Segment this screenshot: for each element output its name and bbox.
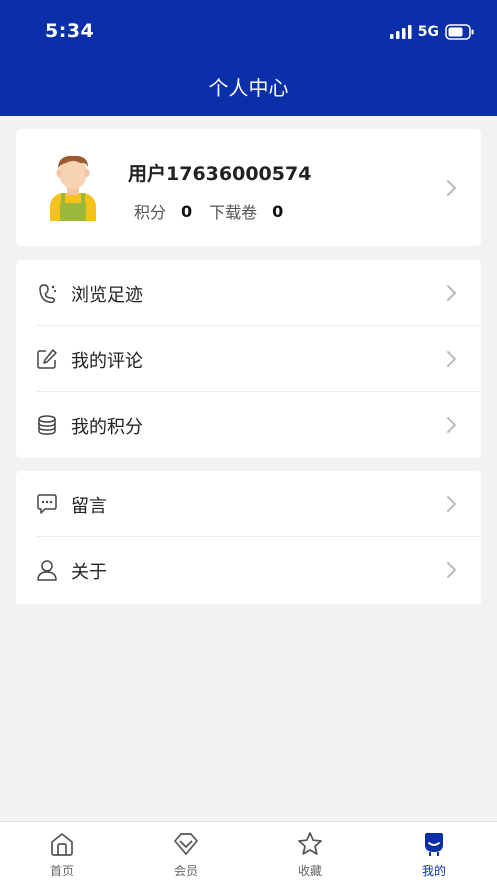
points-value: 0	[181, 201, 193, 221]
status-time: 5:34	[45, 20, 95, 42]
menu-item-message[interactable]: 留言	[16, 471, 481, 537]
vouchers-value: 0	[272, 201, 284, 221]
profile-card[interactable]: 用户17636000574 积分 0 下载卷 0	[16, 129, 481, 246]
menu-item-about[interactable]: 关于	[16, 537, 481, 603]
profile-icon	[425, 833, 443, 856]
vouchers-label: 下载卷	[209, 203, 258, 222]
tab-favorites[interactable]: 收藏	[248, 822, 372, 884]
message-icon	[37, 494, 57, 514]
chevron-right-icon	[447, 496, 456, 512]
menu-label: 关于	[71, 562, 107, 583]
menu-group-support: 留言 关于	[16, 471, 481, 604]
tab-mine[interactable]: 我的	[372, 822, 496, 884]
chevron-right-icon	[447, 180, 456, 196]
menu-label: 留言	[71, 496, 107, 517]
chevron-right-icon	[447, 351, 456, 367]
home-icon	[51, 833, 73, 856]
star-icon	[298, 832, 322, 855]
coins-icon	[38, 415, 56, 435]
username: 用户17636000574	[128, 163, 312, 185]
footprint-icon	[39, 284, 57, 304]
menu-item-my-comments[interactable]: 我的评论	[16, 326, 481, 392]
avatar	[50, 155, 96, 221]
tab-label: 首页	[49, 864, 74, 878]
app-header: 5:34 5G 个人中心	[0, 0, 497, 116]
signal-icon	[389, 25, 412, 39]
menu-item-browse-history[interactable]: 浏览足迹	[16, 260, 481, 326]
page-title: 个人中心	[208, 76, 289, 100]
chevron-right-icon	[447, 285, 456, 301]
diamond-icon	[174, 833, 198, 855]
network-type: 5G	[417, 24, 439, 40]
points-label: 积分	[134, 203, 167, 222]
battery-icon	[445, 24, 474, 40]
tab-label: 收藏	[297, 864, 322, 878]
edit-icon	[37, 349, 57, 369]
status-bar: 5:34 5G	[0, 0, 497, 62]
menu-label: 浏览足迹	[71, 285, 143, 306]
profile-stats: 积分 0 下载卷 0	[134, 199, 300, 223]
tab-label: 会员	[173, 864, 198, 878]
chevron-right-icon	[447, 417, 456, 433]
status-indicators: 5G	[389, 22, 475, 42]
tab-label: 我的	[421, 864, 446, 878]
menu-label: 我的积分	[71, 417, 143, 438]
tab-vip[interactable]: 会员	[124, 822, 248, 884]
tab-home[interactable]: 首页	[0, 822, 124, 884]
user-icon	[37, 560, 57, 581]
menu-group-activity: 浏览足迹 我的评论 我的积分	[16, 260, 481, 458]
chevron-right-icon	[447, 562, 456, 578]
menu-item-my-points[interactable]: 我的积分	[16, 392, 481, 458]
menu-label: 我的评论	[71, 351, 143, 372]
bottom-tab-bar: 首页 会员 收藏 我的	[0, 821, 497, 884]
